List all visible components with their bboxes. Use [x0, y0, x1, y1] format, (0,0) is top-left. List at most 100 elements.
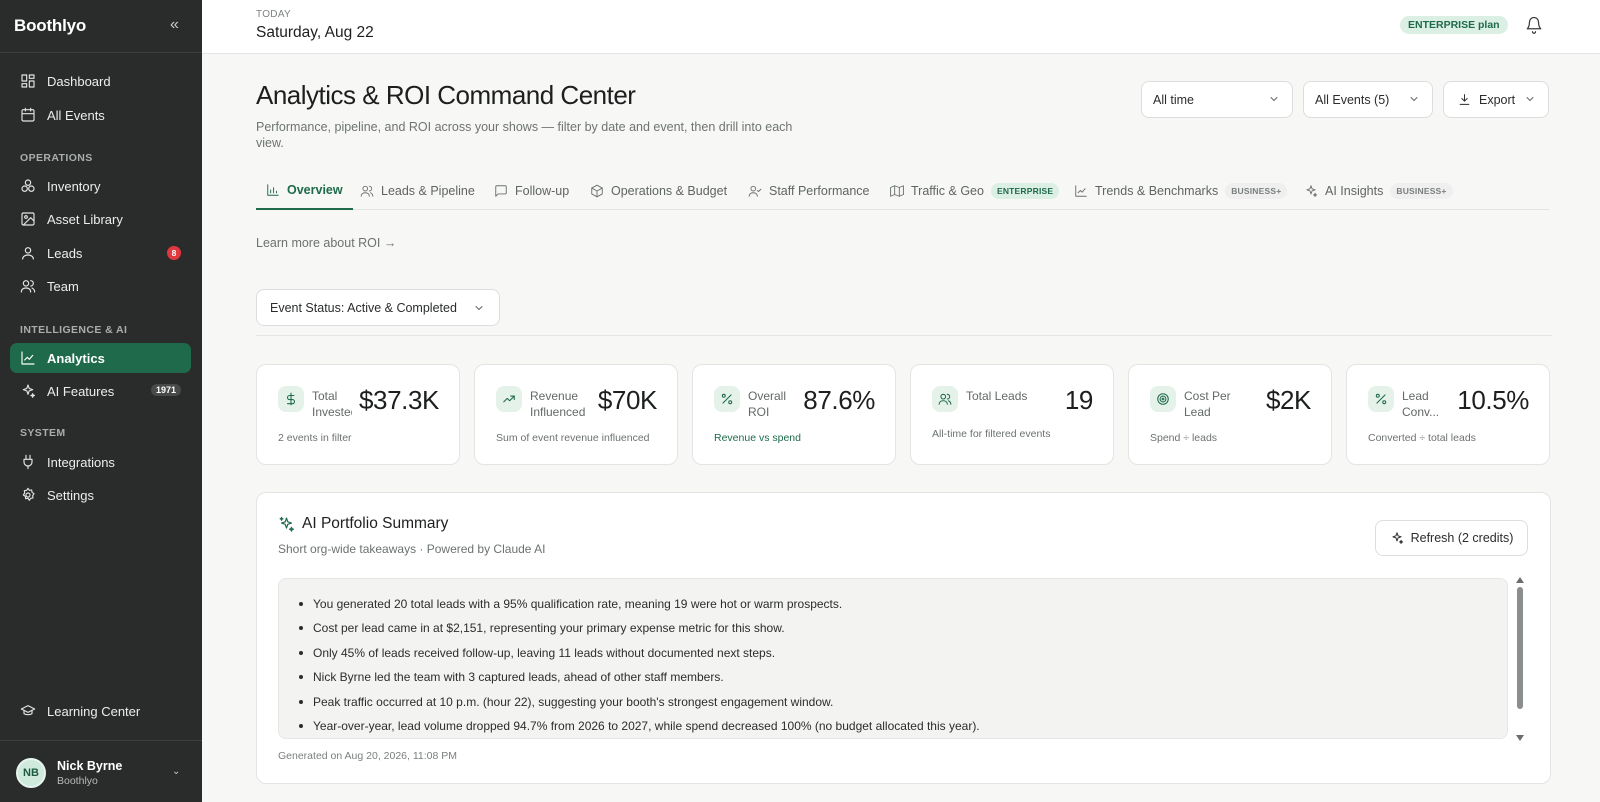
sidebar-item-label: Dashboard [47, 73, 111, 89]
kpi-footer: All-time for filtered events [932, 428, 1051, 440]
kpi-label: Overall ROI [748, 389, 787, 419]
trending-up-icon [496, 386, 522, 412]
page-title: Analytics & ROI Command Center [256, 80, 636, 110]
plug-icon [20, 454, 36, 470]
chevron-down-icon [1268, 93, 1280, 105]
ai-summary-list: You generated 20 total leads with a 95% … [279, 579, 1507, 738]
business-plus-badge: BUSINESS+ [1225, 183, 1288, 199]
brand-logo[interactable]: Boothlyo [14, 16, 86, 36]
events-value: All Events (5) [1315, 92, 1390, 107]
date-range-select[interactable]: All time [1141, 81, 1293, 118]
kpi-footer: Spend ÷ leads [1150, 432, 1218, 444]
sidebar-item-label: Learning Center [47, 703, 141, 719]
kpi-value: 87.6% [803, 385, 875, 415]
users-icon [360, 184, 374, 198]
percent-icon [1368, 386, 1394, 412]
ai-features-count-badge: 1971 [150, 384, 181, 396]
tab-label: Overview [287, 183, 343, 197]
boxes-icon [20, 178, 36, 194]
chevron-down-icon [473, 302, 485, 314]
scrollbar[interactable] [1516, 577, 1526, 741]
sparkles-icon [20, 383, 36, 399]
line-chart-icon [1074, 184, 1088, 198]
ai-portfolio-summary-card: AI Portfolio Summary Short org-wide take… [256, 492, 1551, 784]
sidebar-item-label: AI Features [47, 383, 115, 399]
event-status-select[interactable]: Event Status: Active & Completed [256, 289, 500, 326]
sidebar-item-label: Team [47, 278, 79, 294]
sidebar-item-label: Analytics [47, 350, 105, 366]
sidebar-item-analytics[interactable]: Analytics [10, 343, 191, 373]
user-org: Boothlyo [57, 775, 98, 787]
tab-overview[interactable]: Overview [256, 172, 353, 210]
sidebar-item-integrations[interactable]: Integrations [10, 447, 191, 477]
tab-staff-performance[interactable]: Staff Performance [738, 172, 880, 210]
generated-timestamp: Generated on Aug 20, 2026, 11:08 PM [278, 750, 458, 762]
top-bar: TODAY Saturday, Aug 22 ENTERPRISE plan [202, 0, 1600, 54]
kpi-card-overall-roi: Overall ROI 87.6% Revenue vs spend [692, 364, 896, 465]
chevrons-left-icon[interactable]: « [170, 16, 179, 34]
today-date: Saturday, Aug 22 [256, 24, 374, 41]
sidebar-item-label: Integrations [47, 454, 115, 470]
line-chart-icon [20, 350, 36, 366]
tab-trends-benchmarks[interactable]: Trends & Benchmarks BUSINESS+ [1064, 172, 1297, 210]
bar-chart-icon [266, 183, 280, 197]
tab-label: Staff Performance [769, 184, 870, 198]
tab-leads-pipeline[interactable]: Leads & Pipeline [350, 172, 485, 210]
sparkles-icon [1390, 531, 1404, 545]
ai-summary-title: AI Portfolio Summary [302, 515, 449, 532]
image-icon [20, 211, 36, 227]
tab-ai-insights[interactable]: AI Insights BUSINESS+ [1294, 172, 1463, 210]
leads-count-badge: 8 [167, 246, 181, 260]
chevron-down-icon [1524, 93, 1536, 105]
scroll-up-arrow-icon[interactable] [1516, 577, 1524, 583]
kpi-label: Total Invested [312, 389, 352, 419]
sidebar-item-ai-features[interactable]: AI Features 1971 [10, 376, 191, 406]
calendar-icon [20, 107, 36, 123]
refresh-button[interactable]: Refresh (2 credits) [1375, 520, 1528, 556]
export-button[interactable]: Export [1443, 81, 1549, 118]
kpi-footer: 2 events in filter [278, 432, 352, 444]
tab-follow-up[interactable]: Follow-up [484, 172, 579, 210]
kpi-card-lead-conversion: Lead Conv... 10.5% Converted ÷ total lea… [1346, 364, 1550, 465]
scrollbar-thumb[interactable] [1517, 587, 1523, 709]
learn-more-roi-link[interactable]: Learn more about ROI → [256, 236, 396, 250]
sidebar-item-asset-library[interactable]: Asset Library [10, 204, 191, 234]
tab-label: Operations & Budget [611, 184, 728, 198]
scroll-down-arrow-icon[interactable] [1516, 735, 1524, 741]
user-check-icon [748, 184, 762, 198]
kpi-card-total-leads: Total Leads 19 All-time for filtered eve… [910, 364, 1114, 465]
date-range-value: All time [1153, 92, 1194, 107]
sidebar-item-team[interactable]: Team [10, 271, 191, 301]
sidebar-item-learning-center[interactable]: Learning Center [10, 696, 191, 726]
event-status-value: Event Status: Active & Completed [270, 300, 457, 315]
plan-badge[interactable]: ENTERPRISE plan [1400, 16, 1508, 34]
list-item: Year-over-year, lead volume dropped 94.7… [298, 718, 1507, 738]
tab-traffic-geo[interactable]: Traffic & Geo ENTERPRISE [880, 172, 1069, 210]
kpi-footer: Converted ÷ total leads [1368, 432, 1476, 444]
refresh-label: Refresh (2 credits) [1410, 531, 1514, 545]
package-icon [590, 184, 604, 198]
bell-icon[interactable] [1525, 16, 1543, 34]
percent-icon [714, 386, 740, 412]
today-label: TODAY [256, 9, 292, 20]
sidebar-item-inventory[interactable]: Inventory [10, 171, 191, 201]
sidebar-item-all-events[interactable]: All Events [10, 100, 191, 130]
kpi-value: 10.5% [1457, 385, 1529, 415]
sparkles-icon [1304, 184, 1318, 198]
events-select[interactable]: All Events (5) [1303, 81, 1433, 118]
enterprise-badge: ENTERPRISE [990, 183, 1060, 199]
tab-operations-budget[interactable]: Operations & Budget [580, 172, 737, 210]
kpi-card-cost-per-lead: Cost Per Lead $2K Spend ÷ leads [1128, 364, 1332, 465]
section-operations: OPERATIONS [20, 152, 93, 164]
user-menu[interactable]: NB Nick Byrne Boothlyo [16, 758, 122, 788]
sidebar-item-label: Settings [47, 487, 94, 503]
tab-label: Trends & Benchmarks [1095, 184, 1219, 198]
chevron-down-icon[interactable]: ⌄ [172, 766, 180, 777]
sidebar-item-settings[interactable]: Settings [10, 480, 191, 510]
ai-summary-heading: AI Portfolio Summary [278, 515, 448, 533]
sidebar-item-leads[interactable]: Leads 8 [10, 238, 191, 268]
sidebar: Boothlyo « Dashboard All Events OPERATIO… [0, 0, 202, 802]
sidebar-item-dashboard[interactable]: Dashboard [10, 66, 191, 96]
section-intelligence: INTELLIGENCE & AI [20, 324, 128, 336]
tab-label: Traffic & Geo [911, 184, 984, 198]
